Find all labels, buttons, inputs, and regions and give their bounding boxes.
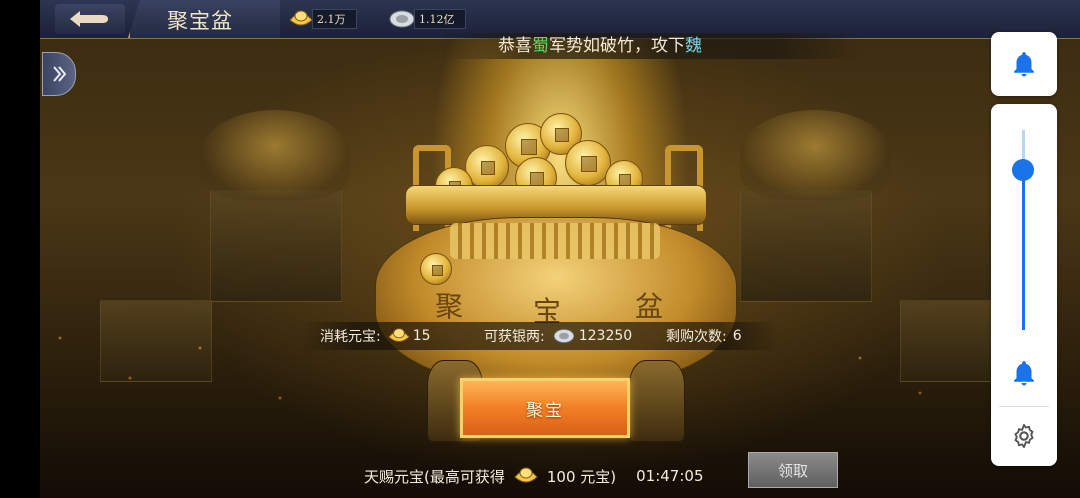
page-title: 聚宝盆 xyxy=(167,9,233,33)
gain-label: 可获银两: xyxy=(484,329,545,345)
gear-icon[interactable] xyxy=(1010,422,1038,450)
bowl-pattern-band xyxy=(450,223,660,259)
volume-divider xyxy=(999,406,1049,407)
bell-icon xyxy=(1014,52,1034,77)
claim-label: 领取 xyxy=(777,461,808,480)
announcement-prefix: 恭喜 xyxy=(498,36,532,56)
remaining-value: 6 xyxy=(732,328,742,344)
announcement-banner: 恭喜蜀军势如破竹，攻下魏 xyxy=(440,33,860,59)
double-chevron-right-icon xyxy=(53,66,67,82)
bell-icon[interactable] xyxy=(1009,358,1039,388)
claim-button[interactable]: 领取 xyxy=(748,452,838,488)
gold-counter: 2.1万 xyxy=(288,8,357,30)
coin xyxy=(420,253,452,285)
system-bar xyxy=(0,0,40,498)
bowl-leg xyxy=(629,360,685,442)
cost-label: 消耗元宝: xyxy=(320,329,381,345)
background-pedestal xyxy=(740,190,872,302)
announcement-faction: 蜀 xyxy=(532,36,549,56)
gain-info: 可获银两: 123250 xyxy=(484,326,632,346)
bowl-character: 聚 xyxy=(435,290,464,323)
volume-panel xyxy=(991,104,1057,466)
back-arrow-icon xyxy=(70,11,108,27)
notification-volume-button[interactable] xyxy=(991,32,1057,96)
bonus-timer: 01:47:05 xyxy=(636,467,704,485)
background-statue xyxy=(200,110,350,200)
gold-ingot-icon xyxy=(388,328,410,342)
volume-track-fill xyxy=(1022,170,1025,330)
remaining-label: 剩购次数: xyxy=(666,329,727,345)
bonus-amount: 100 元宝) xyxy=(546,467,617,486)
gather-treasure-button[interactable]: 聚宝 xyxy=(460,378,630,438)
gather-treasure-label: 聚宝 xyxy=(526,400,564,421)
back-button[interactable] xyxy=(55,4,125,34)
announcement-city: 魏 xyxy=(685,36,702,56)
cost-info: 消耗元宝: 15 xyxy=(320,326,431,346)
gold-ingot-icon xyxy=(514,467,538,483)
volume-slider-thumb[interactable] xyxy=(1012,159,1034,181)
background-pedestal xyxy=(210,190,342,302)
bonus-row: 天赐元宝(最高可获得 100 元宝) 01:47:05 xyxy=(364,465,704,487)
silver-counter: 1.12亿 xyxy=(388,8,466,30)
silver-ingot-icon xyxy=(389,10,415,28)
announcement-middle: 军势如破竹，攻下 xyxy=(549,36,685,56)
bowl-character: 盆 xyxy=(635,290,664,323)
gold-value: 2.1万 xyxy=(312,9,357,29)
gold-ingot-icon xyxy=(289,10,313,26)
background-statue xyxy=(740,110,890,200)
silver-value: 1.12亿 xyxy=(414,9,466,29)
silver-ingot-icon xyxy=(553,329,574,343)
remaining-info: 剩购次数: 6 xyxy=(666,326,742,346)
cost-value: 15 xyxy=(412,328,431,344)
bonus-label: 天赐元宝(最高可获得 xyxy=(364,467,505,486)
gain-value: 123250 xyxy=(578,328,633,344)
